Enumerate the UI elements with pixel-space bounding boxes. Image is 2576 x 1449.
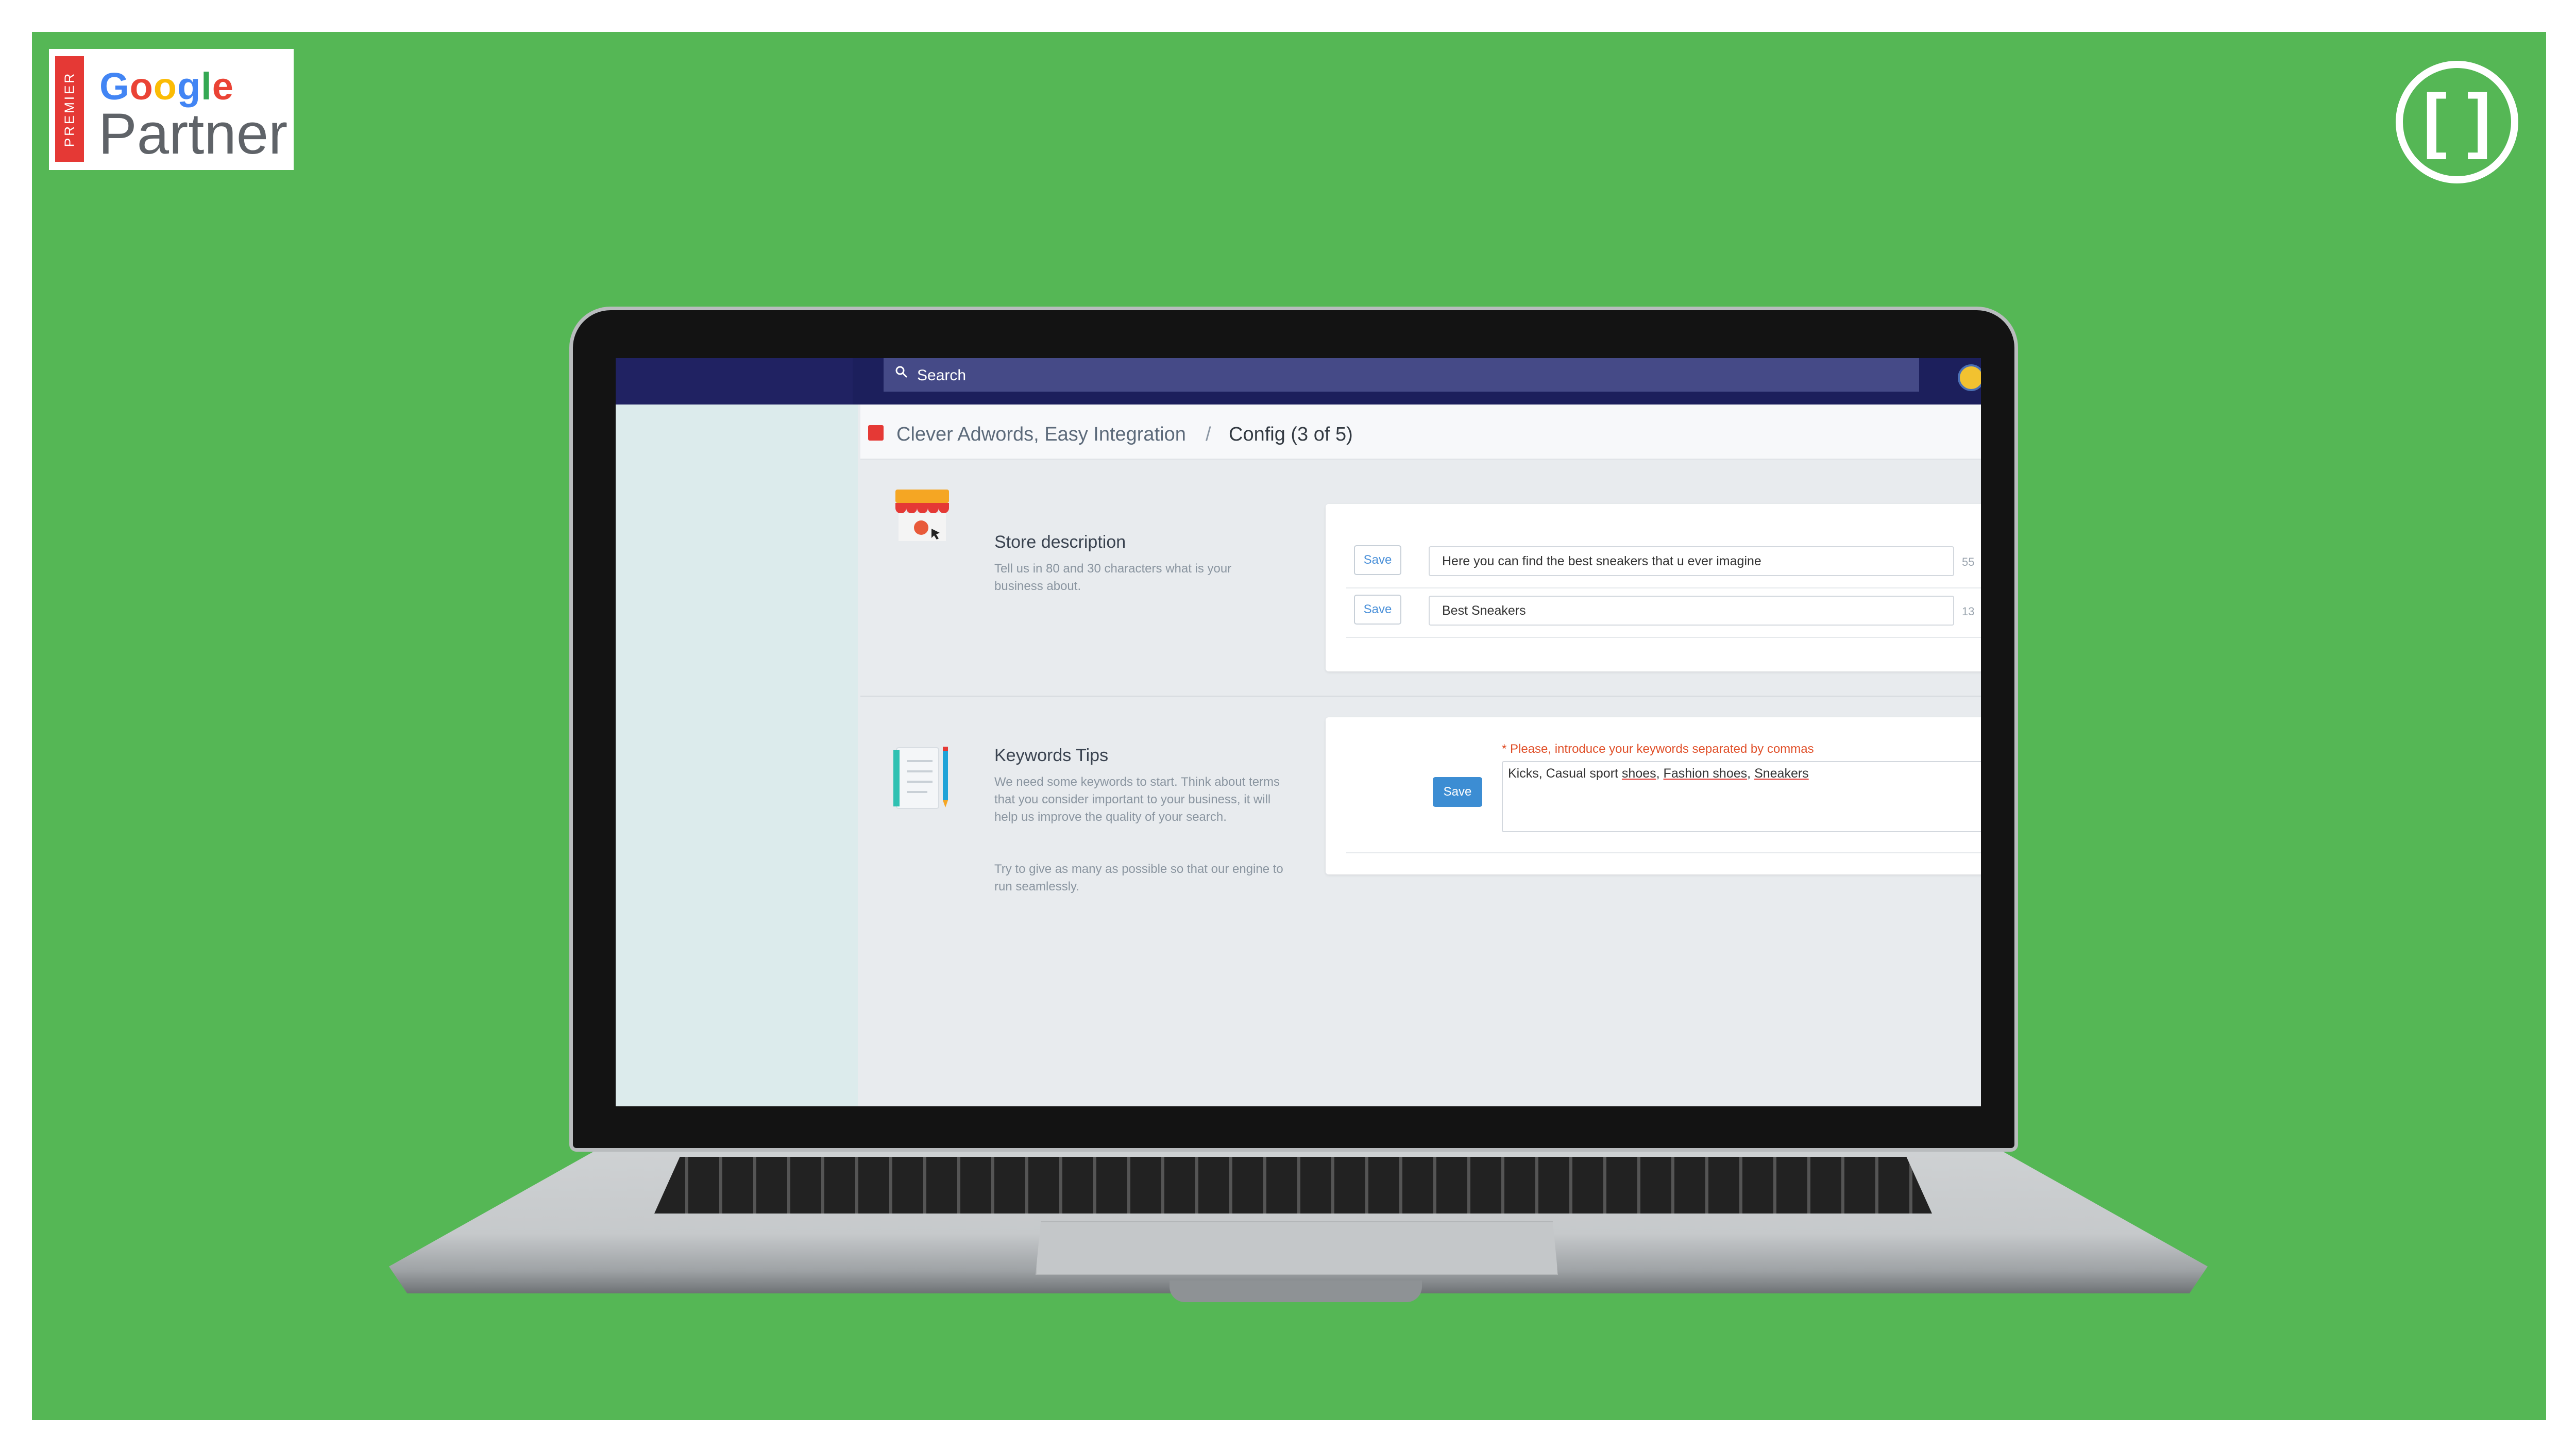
breadcrumb-separator: /	[1206, 424, 1211, 445]
headline-input[interactable]: Best Sneakers	[1429, 596, 1954, 626]
partner-label: Partner	[98, 102, 288, 166]
search-placeholder: Search	[917, 367, 967, 384]
app-icon	[868, 425, 884, 441]
description-char-count: 55	[1962, 555, 1975, 568]
save-description-button[interactable]: Save	[1354, 545, 1401, 575]
avatar[interactable]	[1958, 364, 1981, 391]
section-divider	[860, 696, 1981, 697]
store-description-help: Tell us in 80 and 30 characters what is …	[994, 562, 1232, 593]
page-title: Config (3 of 5)	[1229, 424, 1353, 445]
navbar-logo-area	[616, 358, 853, 405]
keywords-title: Keywords Tips	[994, 746, 1109, 765]
row-divider	[1346, 852, 1981, 853]
breadcrumb: Clever Adwords, Easy Integration / Confi…	[860, 405, 1981, 460]
keyword-text: Fashion shoes	[1663, 766, 1748, 781]
description-input[interactable]: Here you can find the best sneakers that…	[1429, 546, 1954, 576]
google-partner-badge: PREMIER Google Partner	[49, 49, 294, 170]
sidebar	[616, 405, 858, 1106]
keyword-text: ,	[1747, 766, 1755, 781]
store-description-title: Store description	[994, 532, 1126, 552]
keyword-text: ,	[1656, 766, 1664, 781]
search-icon	[895, 365, 908, 383]
keyword-text: shoes	[1621, 766, 1656, 781]
save-keywords-button[interactable]: Save	[1433, 777, 1482, 807]
store-description-card: Save Here you can find the best sneakers…	[1326, 504, 1981, 671]
trackpad	[1036, 1221, 1558, 1275]
keywords-textarea[interactable]: Kicks, Casual sport shoes, Fashion shoes…	[1502, 761, 1981, 832]
keywords-help-extra: Try to give as many as possible so that …	[994, 862, 1283, 894]
save-headline-button[interactable]: Save	[1354, 595, 1401, 625]
keyword-text: Kicks, Casual sport	[1508, 766, 1622, 781]
bracket-logo-icon: [ ]	[2396, 61, 2518, 183]
premier-label: PREMIER	[61, 71, 77, 147]
store-icon	[891, 484, 953, 546]
keyboard	[654, 1157, 1932, 1214]
laptop-lip	[1170, 1280, 1422, 1302]
laptop-screen: Search Clever Adwords, Easy Integration …	[616, 358, 1981, 1106]
premier-strip: PREMIER	[55, 56, 84, 162]
row-divider	[1346, 587, 1981, 588]
headline-char-count: 13	[1962, 605, 1975, 618]
keywords-help: We need some keywords to start. Think ab…	[994, 775, 1280, 824]
keywords-card: * Please, introduce your keywords separa…	[1326, 717, 1981, 874]
row-divider	[1346, 637, 1981, 638]
search-input[interactable]: Search	[884, 358, 1919, 392]
notes-icon	[891, 745, 953, 812]
breadcrumb-app-link[interactable]: Clever Adwords, Easy Integration	[896, 424, 1186, 446]
top-navbar: Search	[616, 358, 1981, 405]
keyword-text: Sneakers	[1754, 766, 1809, 781]
keywords-hint: * Please, introduce your keywords separa…	[1502, 742, 1814, 756]
